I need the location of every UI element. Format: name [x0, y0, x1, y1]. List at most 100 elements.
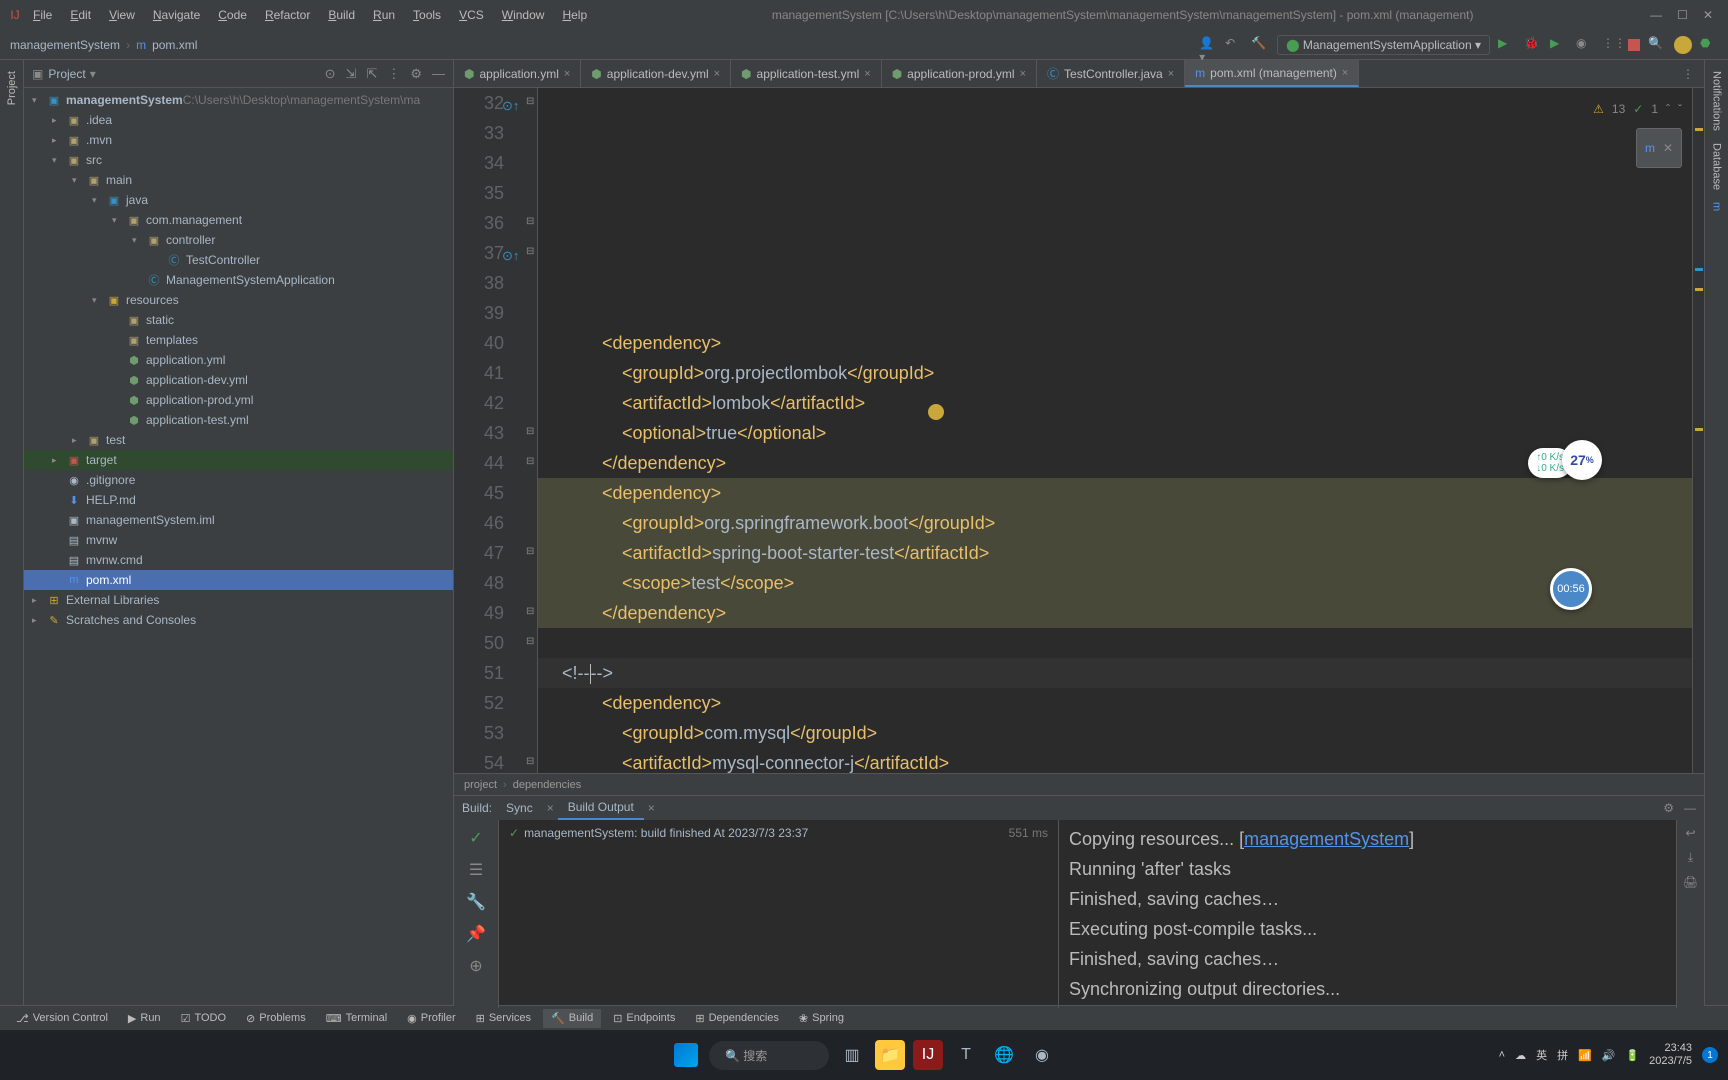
chevron-down-icon[interactable]: ▾ — [90, 67, 96, 81]
editor-tab[interactable]: ⒸTestController.java× — [1037, 60, 1185, 87]
tree-app-prod[interactable]: ⬢application-prod.yml — [24, 390, 453, 410]
expand-icon[interactable]: ⇲ — [346, 66, 357, 82]
tool-run[interactable]: ▶Run — [120, 1009, 169, 1028]
crumb-project-tag[interactable]: project — [464, 779, 497, 791]
menu-navigate[interactable]: Navigate — [145, 4, 208, 26]
tree-src[interactable]: ▾▣src — [24, 150, 453, 170]
editor-tab[interactable]: mpom.xml (management)× — [1185, 60, 1359, 87]
tool-todo[interactable]: ☑TODO — [173, 1009, 234, 1028]
tree-scratch[interactable]: ▸✎Scratches and Consoles — [24, 610, 453, 630]
select-opened-icon[interactable]: ⊙ — [325, 66, 336, 82]
show-options-icon[interactable]: ⋮ — [387, 66, 400, 82]
user-icon[interactable]: 👤▾ — [1199, 36, 1217, 54]
rail-maven[interactable]: m — [1709, 196, 1725, 217]
taskbar-search[interactable]: 🔍 搜索 — [709, 1041, 829, 1070]
menu-tools[interactable]: Tools — [405, 4, 449, 26]
debug-icon[interactable]: 🐞 — [1524, 36, 1542, 54]
avatar[interactable] — [1674, 36, 1692, 54]
explorer-icon[interactable]: 📁 — [875, 1040, 905, 1070]
tree-controller[interactable]: ▾▣controller — [24, 230, 453, 250]
tree-app-dev[interactable]: ⬢application-dev.yml — [24, 370, 453, 390]
profiler-icon[interactable]: ◉ — [1576, 36, 1594, 54]
code-breadcrumb[interactable]: project › dependencies — [454, 773, 1704, 795]
tree-gitignore[interactable]: ◉.gitignore — [24, 470, 453, 490]
tool-services[interactable]: ⊞Services — [468, 1009, 539, 1028]
build-tab-output[interactable]: Build Output — [558, 796, 644, 820]
run-config-selector[interactable]: ⬤ ManagementSystemApplication ▾ — [1277, 35, 1490, 55]
prev-highlight-icon[interactable]: ˆ — [1666, 94, 1670, 124]
close-icon[interactable]: × — [1168, 68, 1174, 80]
tree-testcontroller[interactable]: ⒸTestController — [24, 250, 453, 270]
tree-extlib[interactable]: ▸⊞External Libraries — [24, 590, 453, 610]
editor-tab[interactable]: ⬢application-prod.yml× — [882, 60, 1037, 87]
tree-app-yml[interactable]: ⬢application.yml — [24, 350, 453, 370]
stop-icon[interactable] — [1628, 39, 1640, 51]
code-editor[interactable]: 3233343536373839404142434445464748495051… — [454, 88, 1704, 773]
text-icon[interactable]: T — [951, 1040, 981, 1070]
build-output[interactable]: Copying resources... [managementSystem]R… — [1059, 820, 1676, 1008]
tree-root[interactable]: ▾▣managementSystem C:\Users\h\Desktop\ma… — [24, 90, 453, 110]
filter-icon[interactable]: ☰ — [469, 860, 483, 880]
chrome-icon[interactable]: 🌐 — [989, 1040, 1019, 1070]
tool-dependencies[interactable]: ⊞Dependencies — [687, 1009, 787, 1028]
editor-tab[interactable]: ⬢application.yml× — [454, 60, 581, 87]
menu-vcs[interactable]: VCS — [451, 4, 492, 26]
ime-lang[interactable]: 英 — [1536, 1047, 1547, 1063]
start-button[interactable] — [671, 1040, 701, 1070]
tree-help[interactable]: ⬇HELP.md — [24, 490, 453, 510]
scroll-end-icon[interactable]: ⤓ — [1688, 850, 1693, 865]
close-icon[interactable]: ✕ — [1703, 8, 1713, 22]
crumb-project[interactable]: managementSystem — [10, 38, 120, 52]
clock[interactable]: 23:432023/7/5 — [1649, 1042, 1692, 1068]
coverage-icon[interactable]: ▶ — [1550, 36, 1568, 54]
attach-icon[interactable]: ⋮⋮ — [1602, 36, 1620, 54]
menu-run[interactable]: Run — [365, 4, 403, 26]
tool-build[interactable]: 🔨Build — [543, 1009, 601, 1028]
tool-profiler[interactable]: ◉Profiler — [399, 1009, 463, 1028]
ime-mode[interactable]: 拼 — [1557, 1047, 1568, 1063]
gear-icon[interactable]: ⚙ — [1663, 801, 1674, 815]
tool-terminal[interactable]: ⌨Terminal — [318, 1009, 395, 1028]
build-tree[interactable]: ✓managementSystem: build finished At 202… — [499, 820, 1059, 1008]
menu-edit[interactable]: Edit — [62, 4, 99, 26]
timer-widget[interactable]: 00:56 — [1550, 568, 1592, 610]
expand-icon[interactable]: ⊕ — [469, 956, 482, 976]
next-highlight-icon[interactable]: ˇ — [1678, 94, 1682, 124]
tool-endpoints[interactable]: ⊡Endpoints — [605, 1009, 683, 1028]
line-gutter[interactable]: 3233343536373839404142434445464748495051… — [454, 88, 524, 773]
menu-view[interactable]: View — [101, 4, 143, 26]
close-icon[interactable]: × — [1342, 67, 1348, 79]
build-tree-line[interactable]: managementSystem: build finished At 2023… — [524, 826, 808, 840]
editor-tab[interactable]: ⬢application-dev.yml× — [581, 60, 731, 87]
tree-static[interactable]: ▣static — [24, 310, 453, 330]
chevron-up-icon[interactable]: ˄ — [1499, 1049, 1505, 1061]
tree-iml[interactable]: ▣managementSystem.iml — [24, 510, 453, 530]
tree-test[interactable]: ▸▣test — [24, 430, 453, 450]
gear-icon[interactable]: ⚙ — [410, 66, 422, 82]
collapse-icon[interactable]: ⇱ — [366, 66, 377, 82]
build-tab-sync[interactable]: Sync — [496, 797, 543, 819]
close-icon[interactable]: × — [648, 801, 655, 815]
tree-resources[interactable]: ▾▣resources — [24, 290, 453, 310]
run-icon[interactable]: ▶ — [1498, 36, 1516, 54]
close-icon[interactable]: × — [564, 68, 570, 80]
tool-version-control[interactable]: ⎇Version Control — [8, 1009, 116, 1028]
volume-icon[interactable]: 🔊 — [1602, 1049, 1616, 1062]
inspection-bar[interactable]: ⚠13 ✓1 ˆ ˇ — [1593, 94, 1682, 124]
search-icon[interactable]: 🔍 — [1648, 36, 1666, 54]
editor-tab[interactable]: ⬢application-test.yml× — [731, 60, 882, 87]
soft-wrap-icon[interactable]: ↩ — [1685, 826, 1695, 840]
print-icon[interactable]: 🖨 — [1683, 875, 1698, 889]
menu-file[interactable]: File — [25, 4, 60, 26]
tree-templates[interactable]: ▣templates — [24, 330, 453, 350]
tree-target[interactable]: ▸▣target — [24, 450, 453, 470]
back-icon[interactable]: ↶ — [1225, 36, 1243, 54]
tree-mvnw[interactable]: ▤mvnw — [24, 530, 453, 550]
maximize-icon[interactable]: ☐ — [1677, 8, 1688, 22]
error-stripe[interactable] — [1692, 88, 1704, 773]
hammer-icon[interactable]: 🔨 — [1251, 36, 1269, 54]
rail-project[interactable]: Project — [4, 65, 20, 111]
wrench-icon[interactable]: 🔧 — [466, 892, 486, 912]
menu-window[interactable]: Window — [494, 4, 553, 26]
code-body[interactable]: ⚠13 ✓1 ˆ ˇ m ✕ ↑0 K/s↓0 K/s 27% 00:56 <d… — [538, 88, 1692, 773]
